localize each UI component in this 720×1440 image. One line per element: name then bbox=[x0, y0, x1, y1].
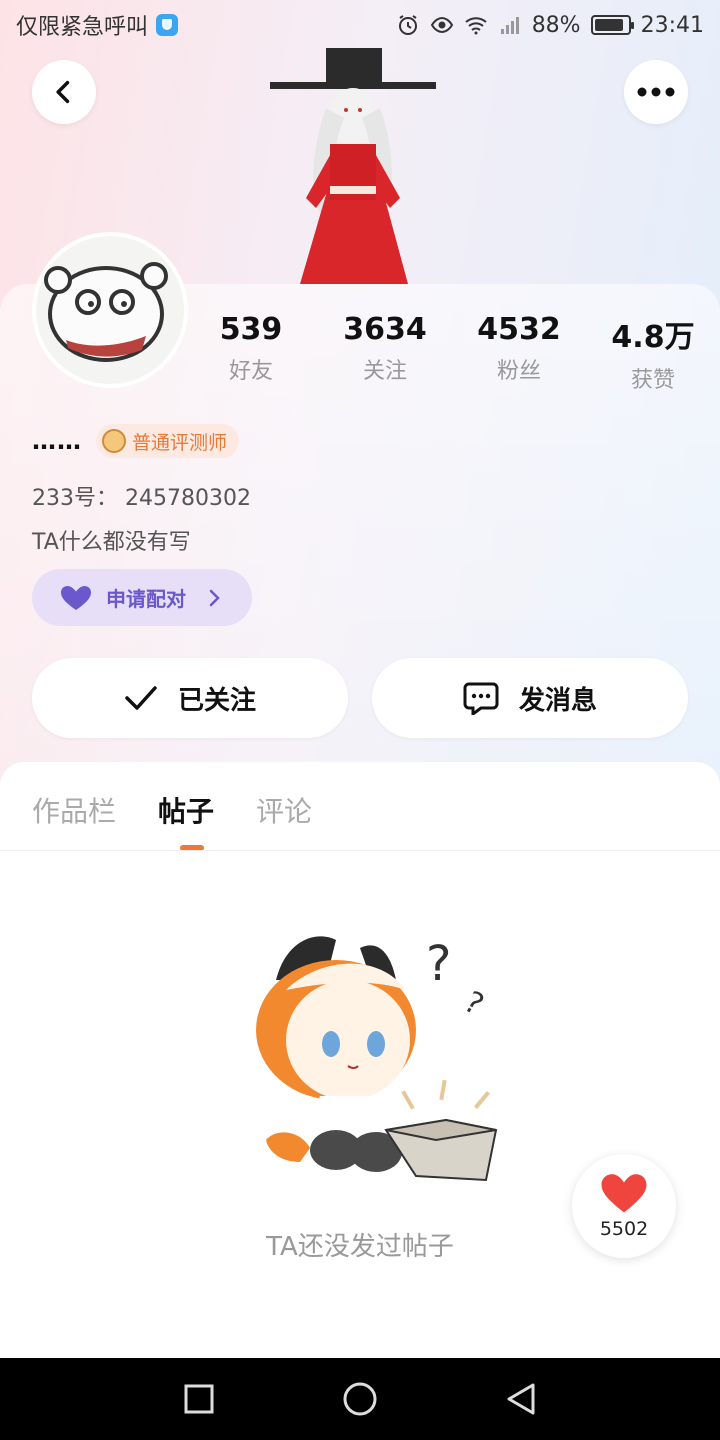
tab-posts[interactable]: 帖子 bbox=[158, 790, 214, 830]
stat-label: 好友 bbox=[228, 359, 273, 384]
chevron-left-icon bbox=[56, 80, 70, 104]
status-bar: 仅限紧急呼叫 88% 23:41 bbox=[0, 0, 720, 50]
heart-icon bbox=[601, 1174, 647, 1213]
name-row: …… 普通评测师 bbox=[32, 424, 240, 458]
stat-following[interactable]: 3634 关注 bbox=[318, 312, 452, 394]
stats-row: 539 好友 3634 关注 4532 粉丝 4.8万 获赞 bbox=[184, 312, 720, 394]
like-floating-button[interactable]: 5502 bbox=[572, 1154, 676, 1258]
badge-label: 普通评测师 bbox=[132, 431, 228, 454]
reviewer-badge[interactable]: 普通评测师 bbox=[96, 424, 240, 458]
more-button[interactable] bbox=[624, 60, 688, 124]
back-nav-button[interactable] bbox=[505, 1382, 537, 1416]
signal-icon bbox=[500, 17, 519, 34]
tab-comments[interactable]: 评论 bbox=[256, 790, 312, 830]
badge-icon bbox=[102, 429, 126, 453]
tab-works[interactable]: 作品栏 bbox=[32, 790, 116, 830]
stat-value: 4.8万 bbox=[611, 320, 695, 355]
avatar[interactable] bbox=[32, 232, 188, 388]
system-navigation-bar bbox=[0, 1358, 720, 1440]
follow-label: 已关注 bbox=[177, 685, 256, 716]
stat-likes[interactable]: 4.8万 获赞 bbox=[586, 312, 720, 394]
battery-percent: 88% bbox=[531, 12, 581, 38]
message-label: 发消息 bbox=[518, 685, 597, 716]
character-figure-image bbox=[270, 48, 436, 284]
shield-icon bbox=[156, 14, 179, 36]
clock: 23:41 bbox=[640, 12, 704, 38]
stat-value: 3634 bbox=[343, 312, 427, 347]
battery-icon bbox=[590, 15, 634, 35]
empty-state-illustration: ? ? bbox=[256, 936, 498, 1182]
stat-label: 关注 bbox=[362, 359, 407, 384]
nickname: …… bbox=[32, 427, 82, 455]
wifi-icon bbox=[465, 17, 487, 35]
more-dots-icon bbox=[637, 87, 675, 97]
stat-value: 539 bbox=[219, 312, 283, 347]
chat-bubble-icon bbox=[463, 682, 499, 715]
stat-friends[interactable]: 539 好友 bbox=[184, 312, 318, 394]
heart-pair-icon bbox=[61, 585, 91, 610]
tabs-divider bbox=[0, 850, 720, 851]
svg-text:?: ? bbox=[458, 985, 489, 1023]
stat-value: 4532 bbox=[477, 312, 561, 347]
follow-button[interactable]: 已关注 bbox=[32, 658, 348, 738]
back-button[interactable] bbox=[32, 60, 96, 124]
stat-followers[interactable]: 4532 粉丝 bbox=[452, 312, 586, 394]
bio-text: TA什么都没有写 bbox=[32, 530, 191, 555]
user-id: 233号： 245780302 bbox=[32, 486, 251, 511]
stat-label: 获赞 bbox=[630, 368, 675, 393]
like-count: 5502 bbox=[599, 1218, 649, 1240]
pair-request-button[interactable]: 申请配对 bbox=[32, 569, 252, 626]
eye-icon bbox=[430, 16, 453, 34]
avatar-image bbox=[36, 236, 184, 384]
status-left-text: 仅限紧急呼叫 bbox=[16, 15, 149, 40]
tab-bar: 作品栏 帖子 评论 bbox=[32, 790, 312, 830]
message-button[interactable]: 发消息 bbox=[372, 658, 688, 738]
recent-apps-button[interactable] bbox=[183, 1383, 215, 1415]
svg-text:?: ? bbox=[426, 936, 451, 992]
chevron-right-icon bbox=[209, 589, 220, 606]
pair-button-label: 申请配对 bbox=[106, 587, 186, 611]
home-button[interactable] bbox=[342, 1381, 378, 1417]
alarm-icon bbox=[398, 15, 417, 35]
stat-label: 粉丝 bbox=[496, 359, 541, 384]
check-icon bbox=[125, 686, 157, 710]
